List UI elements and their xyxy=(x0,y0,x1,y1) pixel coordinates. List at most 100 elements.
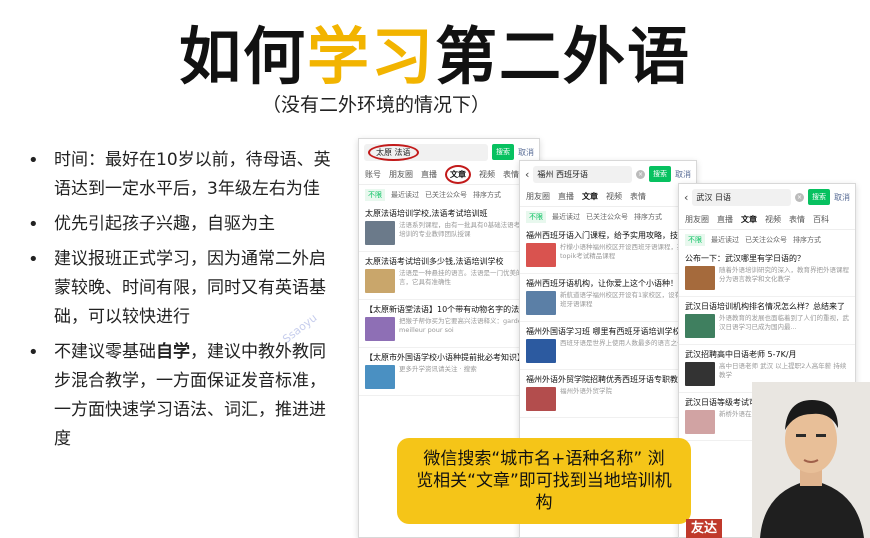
title-highlight: 学习 xyxy=(306,20,435,93)
filter-any[interactable]: 不限 xyxy=(685,233,705,246)
article-title: 武汉日语培训机构排名情况怎么样？总结来了 xyxy=(685,302,845,311)
tab-moments[interactable]: 朋友圈 xyxy=(685,214,709,225)
search-bar: ‹ 福州 西班牙语 × 搜索 取消 xyxy=(520,161,696,187)
tab-stickers[interactable]: 表情 xyxy=(630,191,646,202)
article-result-item[interactable]: 太原法语培训学校,法语考试培训班 法语系列课程，由有一批具有0基础法语考试培训的专… xyxy=(359,204,539,252)
article-thumbnail xyxy=(526,339,556,363)
article-thumbnail xyxy=(685,410,715,434)
article-title: 【太原市外国语学校小语种提前批必考知识】——法语集锦 xyxy=(365,353,533,362)
search-input[interactable]: 太原 法语 xyxy=(364,143,488,161)
filter-any[interactable]: 不限 xyxy=(526,210,546,223)
tab-moments[interactable]: 朋友圈 xyxy=(389,169,413,180)
filter-followed[interactable]: 已关注公众号 xyxy=(425,190,467,200)
article-result-item[interactable]: 太原法语考试培训多少钱,法语培训学校法语是一种悬挂的语言。法语是一门优美的语言，… xyxy=(359,252,539,300)
article-title: 福州外国语学习班 哪里有西班牙语培训学校 xyxy=(526,327,681,336)
tab-live[interactable]: 直播 xyxy=(717,214,733,225)
article-result-item[interactable]: 【太原市外国语学校小语种提前批必考知识】——法语集锦更多升学资讯请关注 · 搜索 xyxy=(359,348,539,396)
article-title: 福州西班牙语机构，让你爱上这个小语种！ xyxy=(526,279,678,288)
article-result-item[interactable]: 福州西班牙语机构，让你爱上这个小语种！ 新航道语学福州校区开设有1家校区，设有西班… xyxy=(520,274,696,322)
search-bar: ‹ 武汉 日语 × 搜索 取消 xyxy=(679,184,855,210)
cancel-button[interactable]: 取消 xyxy=(675,169,691,180)
search-button[interactable]: 搜索 xyxy=(649,166,671,182)
search-bar: 太原 法语 搜索 取消 xyxy=(359,139,539,165)
article-snippet: 福州外语外贸学院 xyxy=(560,387,612,395)
tab-baike[interactable]: 百科 xyxy=(813,214,829,225)
bullet-item: 建议报班正式学习，因为通常二外启蒙较晚、时间有限，同时又有英语基础，可以较快进行 xyxy=(22,245,332,332)
bullet-item: 时间：最好在10岁以前，待母语、英语达到一定水平后，3年级左右为佳 xyxy=(22,146,332,204)
filter-recent[interactable]: 最近读过 xyxy=(711,235,739,245)
filter-followed[interactable]: 已关注公众号 xyxy=(745,235,787,245)
article-title: 福州西班牙语入门课程，给予实用攻略，技巧... xyxy=(526,231,690,240)
query-text: 武汉 日语 xyxy=(696,192,731,202)
article-result-item[interactable]: 公布一下：武汉哪里有学日语的？ 随着外语培训研究的深入，教育界把外语课程分为语言教… xyxy=(679,249,855,297)
bullet-item: 不建议零基础自学，建议中教外教同步混合教学，一方面保证发音标准，一方面快速学习语… xyxy=(22,338,332,454)
tab-articles[interactable]: 文章 xyxy=(445,165,471,184)
article-title: 武汉招聘高中日语老师 5-7K/月 xyxy=(685,350,797,359)
tab-account[interactable]: 账号 xyxy=(365,169,381,180)
filter-sort[interactable]: 排序方式 xyxy=(634,212,662,222)
clear-icon[interactable]: × xyxy=(636,169,645,179)
article-thumbnail xyxy=(685,314,715,338)
article-result-item[interactable]: 福州外国语学习班 哪里有西班牙语培训学校西班牙语是世界上使用人数最多的语言之一 xyxy=(520,322,696,370)
search-input[interactable]: 福州 西班牙语 xyxy=(533,165,632,183)
query-highlight: 太原 法语 xyxy=(368,143,419,161)
article-result-item[interactable]: 【太原新语堂法语】10个带有动物名字的法语表达 把猴子帮你买为它要高兴法语释义：g… xyxy=(359,300,539,348)
tab-stickers[interactable]: 表情 xyxy=(789,214,805,225)
filter-sort[interactable]: 排序方式 xyxy=(473,190,501,200)
article-snippet: 更多升学资讯请关注 · 搜索 xyxy=(399,365,477,373)
filter-recent[interactable]: 最近读过 xyxy=(391,190,419,200)
article-snippet: 外语教育的发展也面临着到了人们的重视，武汉日语学习已成为国内最... xyxy=(719,314,849,331)
article-thumbnail xyxy=(365,317,395,341)
search-button[interactable]: 搜索 xyxy=(808,189,830,205)
filter-any[interactable]: 不限 xyxy=(365,188,385,201)
search-button[interactable]: 搜索 xyxy=(492,144,514,160)
back-icon[interactable]: ‹ xyxy=(525,168,529,181)
article-thumbnail xyxy=(526,387,556,411)
filter-bar: 不限 最近读过 已关注公众号 排序方式 xyxy=(679,230,855,249)
cancel-button[interactable]: 取消 xyxy=(518,147,534,158)
filter-followed[interactable]: 已关注公众号 xyxy=(586,212,628,222)
article-thumbnail xyxy=(526,243,556,267)
slide-subtitle: （没有二外环境的情况下） xyxy=(262,94,491,116)
back-icon[interactable]: ‹ xyxy=(684,191,688,204)
article-result-item[interactable]: 武汉日语培训机构排名情况怎么样？总结来了外语教育的发展也面临着到了人们的重视，武… xyxy=(679,297,855,345)
article-thumbnail xyxy=(685,362,715,386)
tab-moments[interactable]: 朋友圈 xyxy=(526,191,550,202)
callout-text: 微信搜索“城市名+语种名称” 浏览相关“文章”即可找到当地培训机构 xyxy=(416,449,672,513)
article-snippet: 柠檬小语种福州校区开设西班牙语课程，提供topik考试精品课程 xyxy=(560,243,690,260)
tab-live[interactable]: 直播 xyxy=(558,191,574,202)
article-thumbnail xyxy=(365,221,395,245)
article-thumbnail xyxy=(365,269,395,293)
tab-video[interactable]: 视频 xyxy=(606,191,622,202)
tab-stickers[interactable]: 表情 xyxy=(503,169,519,180)
filter-recent[interactable]: 最近读过 xyxy=(552,212,580,222)
article-result-item[interactable]: 福州西班牙语入门课程，给予实用攻略，技巧... 柠檬小语种福州校区开设西班牙语课程… xyxy=(520,226,696,274)
tab-live[interactable]: 直播 xyxy=(421,169,437,180)
brand-logo: 友达 xyxy=(686,519,722,538)
article-snippet: 随着外语培训研究的深入，教育界把外语课程分为语言教学和文化教学 xyxy=(719,266,849,283)
filter-sort[interactable]: 排序方式 xyxy=(793,235,821,245)
tab-video[interactable]: 视频 xyxy=(765,214,781,225)
article-snippet: 西班牙语是世界上使用人数最多的语言之一 xyxy=(560,339,684,347)
article-title: 太原法语考试培训多少钱,法语培训学校 xyxy=(365,257,504,266)
article-thumbnail xyxy=(685,266,715,290)
bullet-list: 时间：最好在10岁以前，待母语、英语达到一定水平后，3年级左右为佳 优先引起孩子… xyxy=(22,146,332,460)
clear-icon[interactable]: × xyxy=(795,192,804,202)
tab-video[interactable]: 视频 xyxy=(479,169,495,180)
bullet-item: 优先引起孩子兴趣，自驱为主 xyxy=(22,210,332,239)
cancel-button[interactable]: 取消 xyxy=(834,192,850,203)
article-thumbnail xyxy=(365,365,395,389)
result-tabs: 朋友圈 直播 文章 视频 表情 百科 xyxy=(679,210,855,230)
filter-bar: 不限 最近读过 已关注公众号 排序方式 xyxy=(520,207,696,226)
article-result-item[interactable]: 福州外语外贸学院招聘优秀西班牙语专职教师福州外语外贸学院 xyxy=(520,370,696,418)
article-title: 福州外语外贸学院招聘优秀西班牙语专职教师 xyxy=(526,375,686,384)
article-snippet: 法语是一种悬挂的语言。法语是一门优美的语言，它具有准确性 xyxy=(399,269,529,286)
tab-articles[interactable]: 文章 xyxy=(582,191,598,202)
tab-articles[interactable]: 文章 xyxy=(741,214,757,225)
callout-box: 微信搜索“城市名+语种名称” 浏览相关“文章”即可找到当地培训机构 xyxy=(397,438,691,524)
result-list: 福州西班牙语入门课程，给予实用攻略，技巧... 柠檬小语种福州校区开设西班牙语课程… xyxy=(520,226,696,418)
filter-bar: 不限 最近读过 已关注公众号 排序方式 xyxy=(359,185,539,204)
article-title: 【太原新语堂法语】10个带有动物名字的法语表达 xyxy=(365,305,533,314)
search-input[interactable]: 武汉 日语 xyxy=(692,188,791,206)
presenter-video-overlay xyxy=(752,382,870,538)
